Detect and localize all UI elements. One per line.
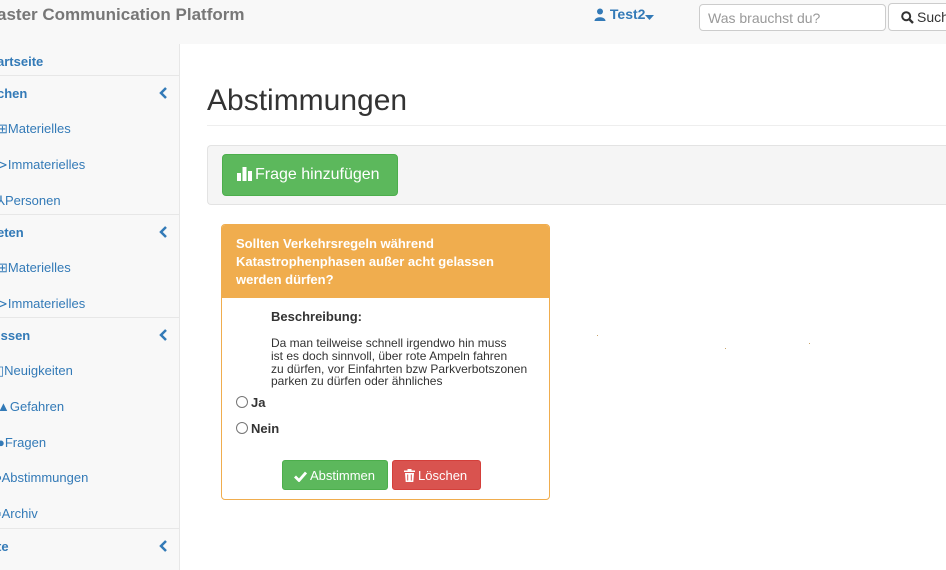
description-line: ist es doch sinnvoll, über rote Ampeln f… [271,349,508,363]
brand-title[interactable]: aster Communication Platform [0,5,245,25]
sidebar-item-label: Abstimmungen [1,470,89,485]
sidebar-item-label: issen [0,328,31,343]
chevron-left-icon [159,87,167,99]
sidebar-section-wissen[interactable]: issen [0,317,179,353]
render-artifact [725,348,726,349]
user-icon [594,8,606,21]
sidebar-section-bieten[interactable]: eten [0,214,179,250]
render-artifact [809,343,810,344]
search-icon [901,11,914,24]
sidebar-item-label: Neuigkeiten [4,363,73,378]
sidebar-item-gefahren[interactable]: ▲Gefahren [0,389,179,424]
check-icon [294,471,308,483]
vote-button-label: Abstimmen [310,467,376,483]
add-question-label: Frage hinzufügen [255,166,380,183]
trash-icon [404,468,415,482]
sidebar: artseite chen ⊞Materielles ⊳Immaterielle… [0,44,180,570]
sidebar-item-label: eten [0,225,24,240]
sidebar-item-startseite[interactable]: artseite [0,44,179,79]
add-question-button[interactable]: Frage hinzufügen [222,154,398,196]
vote-button[interactable]: Abstimmen [282,460,388,490]
search-button[interactable]: Such [888,3,946,31]
sidebar-item-label: Materielles [7,121,71,136]
bar-chart-icon [237,167,252,181]
poll-panel: Sollten Verkehrsregeln während Katastrop… [221,224,550,500]
search-input[interactable] [699,4,886,31]
poll-question-header: Sollten Verkehrsregeln während Katastrop… [222,225,549,298]
main-content: Abstimmungen Frage hinzufügen Sollten Ve… [180,44,946,570]
divider [207,125,946,126]
search-button-label: Such [917,9,946,25]
chevron-left-icon [159,226,167,238]
arrow-icon: ⊳ [0,157,8,172]
sidebar-item-materielles[interactable]: ⊞Materielles [0,250,179,285]
description-line: parken zu dürfen oder ähnliches [271,374,443,388]
sidebar-item-abstimmungen[interactable]: ▪Abstimmungen [0,460,179,495]
sidebar-item-personen[interactable]: ⅄Personen [0,183,179,218]
chevron-left-icon [159,540,167,552]
sidebar-item-immaterielles[interactable]: ⊳Immaterielles [0,147,179,182]
poll-question-line: werden dürfen? [236,272,334,287]
user-name: Test2 [609,6,646,22]
sidebar-item-label: te [0,539,9,554]
delete-button[interactable]: Löschen [392,460,481,490]
sidebar-item-label: chen [0,86,28,101]
chevron-left-icon [159,329,167,341]
sidebar-item-label: Archiv [1,506,38,521]
sidebar-item-label: Materielles [7,260,71,275]
option-label: Nein [251,421,280,436]
sidebar-item-label: Gefahren [9,399,65,414]
sidebar-item-neuigkeiten[interactable]: ▯Neuigkeiten [0,353,179,388]
sidebar-item-label: artseite [0,54,44,69]
sidebar-item-materielles[interactable]: ⊞Materielles [0,111,179,146]
sidebar-item-label: Personen [4,193,61,208]
sidebar-item-label: Immaterielles [7,296,86,311]
box-icon: ⊞ [0,260,8,275]
sidebar-item-immaterielles[interactable]: ⊳Immaterielles [0,286,179,321]
arrow-icon: ⊳ [0,296,8,311]
box-icon: ⊞ [0,121,8,136]
sidebar-section-karte[interactable]: te [0,528,179,564]
poll-question-line: Sollten Verkehrsregeln während [236,236,434,251]
page-title: Abstimmungen [207,84,408,117]
description-title: Beschreibung: [271,309,363,324]
option-nein[interactable]: Nein [236,421,279,436]
sidebar-item-archiv[interactable]: ▫Archiv [0,496,179,531]
option-ja-radio[interactable] [236,396,248,408]
render-artifact [597,335,598,336]
sidebar-section-suchen[interactable]: chen [0,75,179,111]
option-nein-radio[interactable] [236,422,248,434]
option-label: Ja [251,395,266,410]
user-menu[interactable]: Test2 [594,6,655,22]
top-navbar: aster Communication Platform Test2 Such [0,0,946,44]
delete-button-label: Löschen [418,467,468,483]
poll-question-line: Katastrophenphasen außer acht gelassen [236,254,494,269]
sidebar-item-fragen[interactable]: ●Fragen [0,425,179,460]
description-line: Da man teilweise schnell irgendwo hin mu… [271,336,507,350]
caret-down-icon [645,15,655,20]
sidebar-item-label: Fragen [4,435,47,450]
warning-icon: ▲ [0,399,10,414]
option-ja[interactable]: Ja [236,395,265,410]
sidebar-item-label: Immaterielles [7,157,86,172]
